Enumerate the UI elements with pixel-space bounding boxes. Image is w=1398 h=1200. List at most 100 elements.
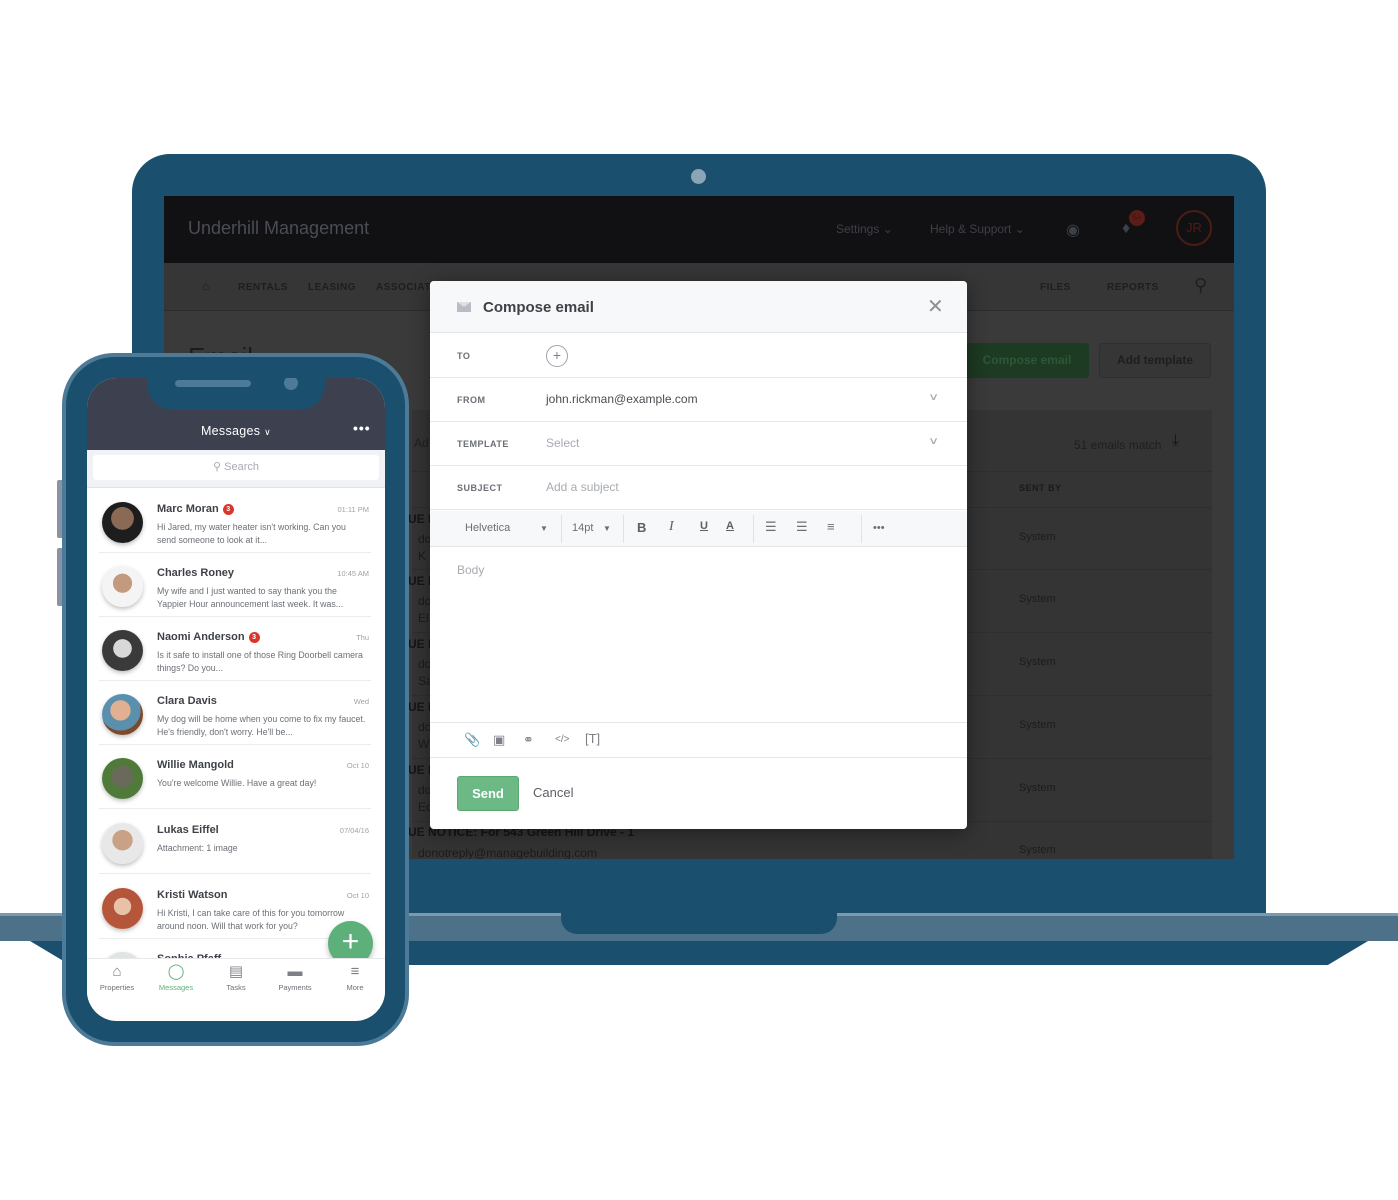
table-cell-sent-by: System (1019, 593, 1056, 605)
message-sender: Willie Mangold (157, 759, 234, 771)
from-field[interactable]: FROM john.rickman@example.com ∨ (430, 378, 967, 422)
message-time: 07/04/16 (339, 826, 369, 835)
sender-name: Marc Moran (157, 503, 219, 515)
message-item[interactable]: Marc Moran 3 01:11 PM Hi Jared, my water … (87, 489, 385, 553)
add-template-button[interactable]: Add template (1099, 343, 1211, 378)
message-item[interactable]: Lukas Eiffel 07/04/16 Attachment: 1 imag… (87, 810, 385, 874)
compose-email-modal: Compose email ✕ TO + FROM john.rickman@e… (430, 281, 967, 829)
tab-more[interactable]: ≡ More (325, 963, 385, 992)
search-bar: ⚲ Search (87, 450, 385, 488)
body-placeholder: Body (457, 563, 485, 577)
phone-speaker (175, 380, 251, 387)
send-button[interactable]: Send (457, 776, 519, 811)
chevron-down-icon: ∨ (264, 427, 272, 437)
caret-down-icon[interactable]: ▼ (603, 524, 611, 533)
chevron-down-icon[interactable]: ∨ (928, 392, 939, 403)
message-time: Oct 10 (346, 891, 369, 900)
settings-menu[interactable]: Settings ⌄ (836, 222, 893, 236)
template-field[interactable]: TEMPLATE Select ∨ (430, 422, 967, 466)
phone-notch (147, 378, 325, 410)
code-icon[interactable]: </> (555, 734, 569, 745)
laptop-opening-notch (561, 913, 837, 934)
subject-field[interactable]: SUBJECT Add a subject (430, 466, 967, 510)
italic-button[interactable]: I (669, 519, 674, 535)
table-cell-sent-by: System (1019, 844, 1056, 856)
to-field: TO + (430, 334, 967, 378)
avatar (102, 630, 143, 671)
table-row-title[interactable]: UE I (408, 637, 431, 651)
image-icon[interactable]: ▣ (493, 732, 505, 748)
compose-email-button[interactable]: Compose email (965, 343, 1089, 378)
message-item[interactable]: Charles Roney 10:45 AM My wife and I jus… (87, 553, 385, 617)
table-row-title[interactable]: UE I (408, 700, 431, 714)
table-row-title[interactable]: UE I (408, 574, 431, 588)
phone-camera (284, 378, 298, 390)
tab-tasks[interactable]: ▤ Tasks (206, 963, 266, 992)
numbered-list-icon[interactable]: ☰ (796, 519, 808, 535)
table-row-title[interactable]: UE I (408, 512, 431, 526)
search-input[interactable]: ⚲ Search (93, 455, 379, 480)
link-icon[interactable]: ⚭ (523, 732, 534, 748)
column-header-sent-by[interactable]: SENT BY (1019, 483, 1062, 493)
message-item[interactable]: Naomi Anderson 3 Thu Is it safe to instal… (87, 617, 385, 681)
toolbar-divider (753, 515, 754, 543)
nav-associations[interactable]: ASSOCIAT (376, 282, 431, 293)
download-icon[interactable]: ⤓ (1172, 432, 1179, 450)
tab-label: Properties (99, 983, 135, 992)
bell-icon[interactable]: ♦ (1122, 220, 1130, 238)
message-item[interactable]: Clara Davis Wed My dog will be home when… (87, 681, 385, 745)
nav-reports[interactable]: REPORTS (1107, 282, 1159, 293)
tab-label: Payments (278, 983, 312, 992)
nav-files[interactable]: FILES (1040, 282, 1071, 293)
subject-input[interactable]: Add a subject (546, 480, 619, 494)
help-support-menu[interactable]: Help & Support ⌄ (930, 222, 1025, 236)
message-sender: Naomi Anderson 3 (157, 631, 260, 643)
phone-screen: Messages ∨ ••• ⚲ Search Marc Moran 3 01:1… (87, 378, 385, 1021)
user-avatar[interactable]: JR (1176, 210, 1212, 246)
search-icon[interactable]: ⚲ (1194, 275, 1208, 296)
merge-field-icon[interactable]: [T] (585, 731, 600, 746)
nav-leasing[interactable]: LEASING (308, 282, 356, 293)
more-options-button[interactable]: ••• (873, 522, 885, 534)
toolbar-divider (861, 515, 862, 543)
bullet-list-icon[interactable]: ☰ (765, 519, 777, 535)
divider (99, 808, 371, 809)
font-size-select[interactable]: 14pt (572, 522, 593, 534)
nav-rentals[interactable]: RENTALS (238, 282, 288, 293)
home-icon[interactable]: ⌂ (202, 279, 210, 293)
tab-properties[interactable]: ⌂ Properties (87, 963, 147, 992)
message-time: 10:45 AM (337, 569, 369, 578)
tab-payments[interactable]: ▬ Payments (265, 963, 325, 992)
font-family-select[interactable]: Helvetica (465, 522, 510, 534)
toolbar-divider (561, 515, 562, 543)
paperclip-icon[interactable]: 📎 (464, 732, 480, 748)
tab-messages[interactable]: ◯ Messages (146, 963, 206, 992)
messages-title[interactable]: Messages ∨ (87, 424, 385, 438)
chat-icon: ◯ (167, 963, 185, 980)
table-cell-sent-by: System (1019, 531, 1056, 543)
bold-button[interactable]: B (637, 520, 646, 535)
tab-label: More (346, 983, 364, 992)
message-item[interactable]: Willie Mangold Oct 10 You're welcome Wil… (87, 745, 385, 809)
align-icon[interactable]: ≡ (827, 519, 835, 534)
table-row-title[interactable]: UE I (408, 763, 431, 777)
more-icon[interactable]: ••• (353, 420, 371, 436)
caret-down-icon[interactable]: ▼ (540, 524, 548, 533)
underline-button[interactable]: U (700, 520, 708, 532)
chat-icon[interactable]: ◉ (1066, 220, 1080, 240)
close-icon[interactable]: ✕ (927, 297, 944, 317)
template-select[interactable]: Select (546, 436, 579, 450)
tab-label: Tasks (226, 983, 246, 992)
cancel-button[interactable]: Cancel (533, 785, 573, 800)
message-time: 01:11 PM (337, 505, 369, 514)
add-recipient-button[interactable]: + (546, 345, 568, 367)
table-row-recipient: El (418, 611, 429, 625)
add-filter-link[interactable]: Ad (414, 436, 429, 450)
message-time: Oct 10 (346, 761, 369, 770)
body-editor[interactable]: Body (430, 547, 967, 722)
brand-name[interactable]: Underhill Management (188, 218, 369, 239)
from-select[interactable]: john.rickman@example.com (546, 392, 698, 406)
chevron-down-icon[interactable]: ∨ (928, 436, 939, 447)
text-color-button[interactable]: A (726, 520, 734, 532)
match-count: 51 emails match (1074, 438, 1162, 452)
